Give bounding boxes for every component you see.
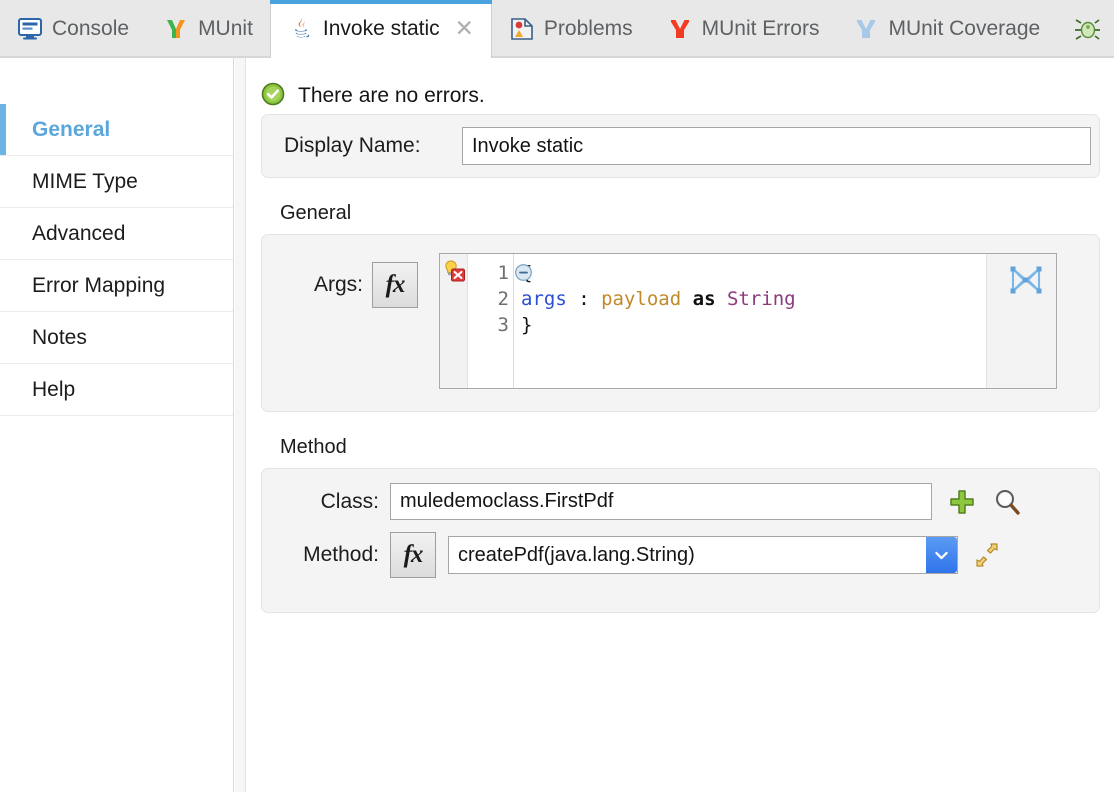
tab-label: MUnit bbox=[198, 17, 253, 41]
method-row: Method: fx createPdf(java.lang.String) bbox=[262, 532, 1099, 578]
status-message: There are no errors. bbox=[298, 84, 485, 108]
tab-label: Console bbox=[52, 17, 129, 41]
munit-coverage-icon bbox=[853, 16, 879, 42]
sidebar-splitter[interactable] bbox=[235, 58, 246, 792]
sidebar-top-spacer bbox=[0, 58, 233, 104]
munit-icon bbox=[163, 16, 189, 42]
close-icon[interactable]: ✕ bbox=[455, 18, 474, 41]
code-token-colon: : bbox=[567, 288, 601, 310]
plus-add-icon[interactable] bbox=[947, 487, 977, 517]
sidebar-item-error-mapping[interactable]: Error Mapping bbox=[0, 260, 233, 312]
sidebar-item-mime-type[interactable]: MIME Type bbox=[0, 156, 233, 208]
display-name-panel: Display Name: Invoke static bbox=[261, 114, 1100, 178]
tab-problems[interactable]: Problems bbox=[492, 0, 650, 58]
display-name-input[interactable]: Invoke static bbox=[462, 127, 1091, 165]
editor-tab-bar: Console MUnit bbox=[0, 0, 1114, 58]
content-vertical-scrollbar[interactable] bbox=[1108, 58, 1114, 792]
tab-invoke-static[interactable]: Invoke static ✕ bbox=[270, 0, 492, 58]
settings-content-pane: There are no errors. Display Name: Invok… bbox=[247, 58, 1114, 792]
args-code-editor[interactable]: 1 2 3 { args : payload as String } bbox=[439, 253, 1057, 389]
settings-sidebar: General MIME Type Advanced Error Mapping… bbox=[0, 58, 234, 792]
args-fx-label: fx bbox=[386, 271, 405, 299]
sidebar-item-label: Error Mapping bbox=[32, 274, 165, 298]
code-token-args: args bbox=[521, 288, 567, 310]
sidebar-item-label: General bbox=[32, 118, 110, 142]
console-icon bbox=[17, 16, 43, 42]
code-token-as: as bbox=[693, 288, 716, 310]
general-section-title: General bbox=[280, 202, 1114, 225]
editor-code-area[interactable]: { args : payload as String } bbox=[514, 254, 986, 388]
tab-debug[interactable] bbox=[1057, 0, 1114, 58]
sidebar-item-notes[interactable]: Notes bbox=[0, 312, 233, 364]
tab-label: Problems bbox=[544, 17, 633, 41]
class-input[interactable]: muledemoclass.FirstPdf bbox=[390, 483, 932, 520]
tab-label: Invoke static bbox=[323, 17, 440, 41]
sidebar-item-advanced[interactable]: Advanced bbox=[0, 208, 233, 260]
args-panel: Args: fx bbox=[261, 234, 1100, 412]
java-icon bbox=[288, 16, 314, 42]
validation-status-row: There are no errors. bbox=[247, 58, 1114, 114]
sidebar-item-general[interactable]: General bbox=[0, 104, 233, 156]
refresh-arrows-icon[interactable] bbox=[972, 540, 1002, 570]
sidebar-item-help[interactable]: Help bbox=[0, 364, 233, 416]
method-fx-button[interactable]: fx bbox=[390, 532, 436, 578]
args-label: Args: bbox=[262, 253, 372, 389]
code-token-payload: payload bbox=[601, 288, 681, 310]
method-section-title: Method bbox=[280, 436, 1114, 459]
tab-label: MUnit Coverage bbox=[888, 17, 1040, 41]
tab-label: MUnit Errors bbox=[702, 17, 820, 41]
args-fx-button[interactable]: fx bbox=[372, 262, 418, 308]
method-combobox-value: createPdf(java.lang.String) bbox=[449, 544, 695, 567]
success-check-icon bbox=[261, 82, 285, 111]
class-label: Class: bbox=[262, 490, 390, 514]
dataweave-transform-icon[interactable] bbox=[1008, 264, 1044, 296]
sidebar-item-label: MIME Type bbox=[32, 170, 138, 194]
fold-collapse-icon[interactable] bbox=[514, 263, 533, 282]
line-number: 2 bbox=[468, 286, 509, 312]
sidebar-item-label: Notes bbox=[32, 326, 87, 350]
code-token-string: String bbox=[727, 288, 796, 310]
tab-munit-errors[interactable]: MUnit Errors bbox=[650, 0, 837, 58]
method-combobox[interactable]: createPdf(java.lang.String) bbox=[448, 536, 958, 574]
lightbulb-error-icon[interactable] bbox=[442, 258, 466, 282]
chevron-down-icon[interactable] bbox=[926, 537, 957, 573]
munit-errors-icon bbox=[667, 16, 693, 42]
sidebar-item-label: Help bbox=[32, 378, 75, 402]
application-window: Console MUnit bbox=[0, 0, 1114, 792]
class-row: Class: muledemoclass.FirstPdf bbox=[262, 483, 1099, 520]
search-magnifier-icon[interactable] bbox=[992, 487, 1022, 517]
method-panel: Class: muledemoclass.FirstPdf bbox=[261, 468, 1100, 613]
sidebar-item-label: Advanced bbox=[32, 222, 125, 246]
code-line-3: } bbox=[521, 314, 532, 336]
method-label: Method: bbox=[262, 543, 390, 567]
tab-munit-coverage[interactable]: MUnit Coverage bbox=[836, 0, 1057, 58]
editor-marker-column bbox=[440, 254, 468, 388]
editor-body: General MIME Type Advanced Error Mapping… bbox=[0, 58, 1114, 792]
problems-icon bbox=[509, 16, 535, 42]
display-name-label: Display Name: bbox=[284, 134, 462, 158]
tab-console[interactable]: Console bbox=[0, 0, 146, 58]
editor-line-numbers: 1 2 3 bbox=[468, 254, 514, 388]
debug-bug-icon bbox=[1074, 16, 1100, 42]
line-number: 3 bbox=[468, 312, 509, 338]
tab-munit[interactable]: MUnit bbox=[146, 0, 270, 58]
line-number: 1 bbox=[468, 260, 509, 286]
method-fx-label: fx bbox=[404, 541, 423, 569]
